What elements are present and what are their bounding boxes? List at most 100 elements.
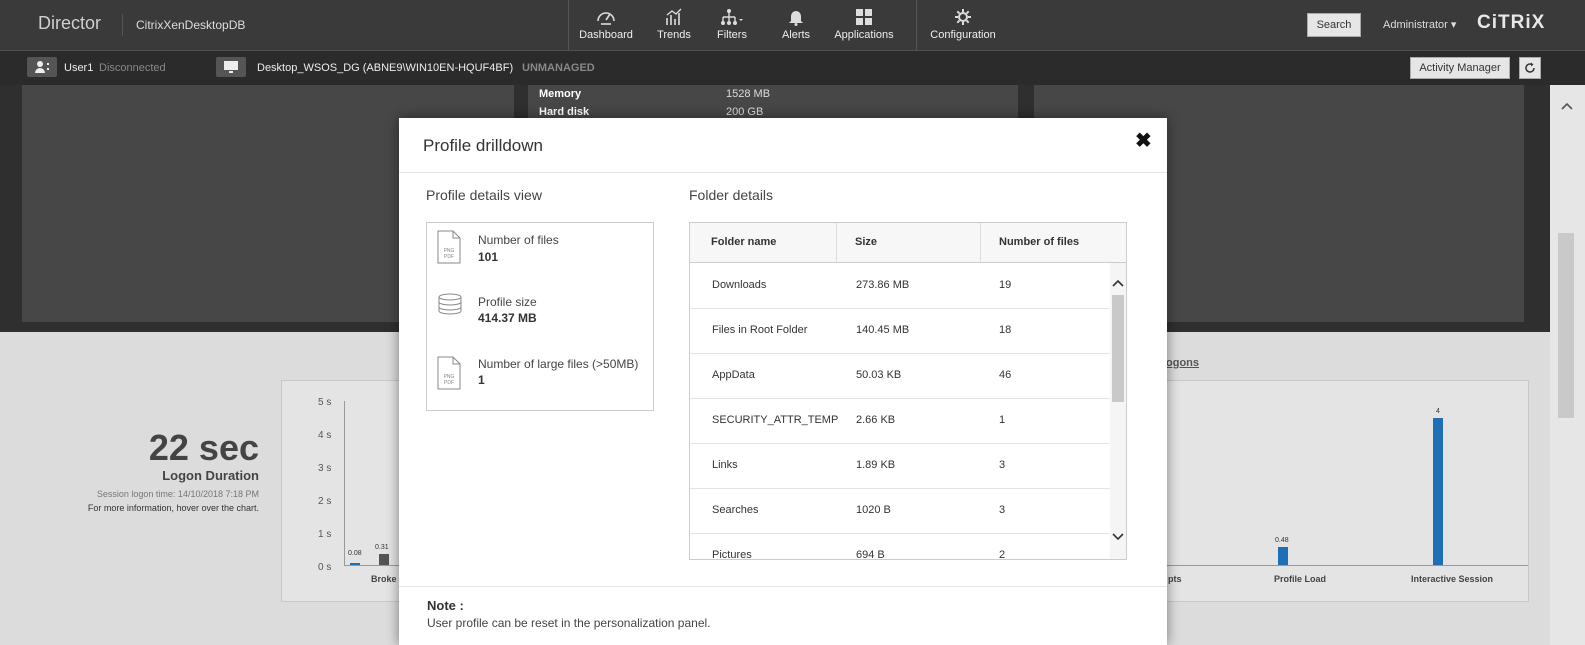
- y-tick: 5 s: [318, 397, 332, 408]
- folder-name-cell: Pictures: [712, 549, 752, 560]
- refresh-button[interactable]: [1519, 57, 1541, 79]
- nav-alerts-label: Alerts: [781, 29, 811, 41]
- memory-value: 1528 MB: [726, 88, 771, 100]
- y-tick: 4 s: [318, 430, 332, 441]
- table-scroll-thumb[interactable]: [1112, 295, 1124, 402]
- nav-trends[interactable]: Trends: [655, 0, 693, 50]
- dialog-title: Profile drilldown: [423, 136, 543, 155]
- large-files-label: Number of large files (>50MB): [478, 357, 639, 371]
- col-folder-name[interactable]: Folder name: [711, 223, 776, 262]
- file-icon: PNGPDF: [437, 356, 461, 390]
- files-cell: 19: [999, 279, 1012, 291]
- svg-text:PDF: PDF: [444, 254, 454, 260]
- logon-duration-value: 22 sec: [148, 427, 259, 468]
- table-row[interactable]: Pictures 694 B 2: [690, 533, 1110, 560]
- files-cell: 2: [999, 549, 1006, 560]
- x-label: Interactive Session: [1411, 574, 1494, 584]
- table-row[interactable]: AppData 50.03 KB 46: [690, 353, 1110, 399]
- user-chip[interactable]: [27, 57, 57, 77]
- memory-label: Memory: [539, 88, 582, 100]
- folder-name-cell: Searches: [712, 504, 759, 516]
- nav-filters[interactable]: Filters: [713, 0, 751, 50]
- machine-state: UNMANAGED: [522, 62, 595, 74]
- nav-configuration[interactable]: Configuration: [928, 0, 998, 50]
- table-scrollbar[interactable]: [1110, 263, 1126, 559]
- database-icon: [438, 293, 462, 315]
- table-row[interactable]: Files in Root Folder 140.45 MB 18: [690, 308, 1110, 354]
- logon-duration-label: Logon Duration: [162, 468, 259, 483]
- bar-label: 0.48: [1275, 537, 1289, 544]
- page-scroll-thumb[interactable]: [1558, 233, 1574, 418]
- table-row[interactable]: Downloads 273.86 MB 19: [690, 263, 1110, 309]
- file-icon: PNGPDF: [437, 230, 461, 264]
- col-number-of-files[interactable]: Number of files: [999, 223, 1079, 262]
- table-row[interactable]: Searches 1020 B 3: [690, 488, 1110, 534]
- folder-name-cell: Files in Root Folder: [712, 324, 808, 336]
- bar-brokering-2[interactable]: [379, 554, 389, 565]
- table-row[interactable]: Links 1.89 KB 3: [690, 443, 1110, 489]
- nav-divider: [568, 0, 569, 50]
- number-of-files-label: Number of files: [478, 233, 559, 247]
- trends-icon: [666, 8, 682, 25]
- brand-divider: [122, 14, 123, 36]
- profile-section-title: Profile details view: [426, 187, 542, 203]
- folder-name-cell: Links: [712, 459, 738, 471]
- monitor-icon: [224, 61, 238, 73]
- table-header: Folder name Size Number of files: [690, 223, 1126, 263]
- top-bar: Director CitrixXenDesktopDB Dashboard Tr…: [0, 0, 1585, 50]
- folder-section-title: Folder details: [689, 187, 774, 203]
- files-cell: 1: [999, 414, 1006, 426]
- nav-applications-label: Applications: [834, 29, 894, 41]
- nav-trends-label: Trends: [657, 29, 691, 41]
- nav-alerts[interactable]: Alerts: [778, 0, 814, 50]
- bar-brokering[interactable]: [350, 563, 360, 565]
- machine-name: Desktop_WSOS_DG (ABNE9\WIN10EN-HQUF4BF): [257, 62, 514, 74]
- scroll-up-icon[interactable]: [1561, 101, 1573, 111]
- table-row[interactable]: SECURITY_ATTR_TEMP 2.66 KB 1: [690, 398, 1110, 444]
- session-status: Disconnected: [99, 62, 166, 74]
- bar-label: 4: [1436, 408, 1440, 415]
- user-icon: [35, 61, 49, 73]
- files-cell: 46: [999, 369, 1012, 381]
- size-cell: 2.66 KB: [856, 414, 896, 426]
- x-label: Broke: [371, 574, 397, 584]
- size-cell: 50.03 KB: [856, 369, 902, 381]
- nav-configuration-label: Configuration: [930, 29, 996, 41]
- folder-name-cell: Downloads: [712, 279, 767, 291]
- logons-heading[interactable]: Logons: [1165, 357, 1199, 369]
- bar-interactive-session[interactable]: [1433, 418, 1443, 565]
- citrix-logo: CiTRiX: [1477, 12, 1546, 33]
- user-menu[interactable]: Administrator ▾: [1383, 18, 1456, 31]
- y-tick: 0 s: [318, 562, 332, 573]
- session-user: User1: [64, 62, 94, 74]
- files-cell: 3: [999, 504, 1006, 516]
- bar-profile-load[interactable]: [1278, 547, 1288, 565]
- nav-filters-label: Filters: [717, 29, 747, 41]
- files-cell: 18: [999, 324, 1012, 336]
- search-button[interactable]: Search: [1307, 13, 1361, 37]
- close-button[interactable]: ✖: [1135, 128, 1152, 153]
- nav-applications[interactable]: Applications: [833, 0, 895, 50]
- site-name: CitrixXenDesktopDB: [136, 18, 246, 32]
- disk-label: Hard disk: [539, 106, 590, 118]
- col-size[interactable]: Size: [855, 223, 877, 262]
- dialog-header-divider: [399, 172, 1167, 173]
- bar-label: 0.31: [375, 544, 389, 551]
- app-brand[interactable]: Director: [38, 13, 101, 34]
- large-files-value: 1: [478, 373, 485, 387]
- size-cell: 694 B: [856, 549, 885, 560]
- folder-name-cell: SECURITY_ATTR_TEMP: [712, 414, 839, 426]
- y-axis: [344, 401, 345, 566]
- note-title: Note :: [427, 598, 464, 613]
- nav-dashboard[interactable]: Dashboard: [578, 0, 634, 50]
- session-bar: User1 Disconnected Desktop_WSOS_DG (ABNE…: [0, 50, 1585, 85]
- chevron-down-icon[interactable]: [1110, 531, 1126, 543]
- activity-manager-button[interactable]: Activity Manager: [1410, 57, 1510, 79]
- y-tick: 3 s: [318, 463, 332, 474]
- page-scrollbar[interactable]: [1550, 85, 1585, 645]
- size-cell: 1.89 KB: [856, 459, 896, 471]
- machine-chip[interactable]: [216, 57, 246, 77]
- chart-hint: For more information, hover over the cha…: [87, 503, 259, 513]
- chevron-up-icon[interactable]: [1110, 277, 1126, 289]
- session-logon-time: Session logon time: 14/10/2018 7:18 PM: [96, 489, 259, 499]
